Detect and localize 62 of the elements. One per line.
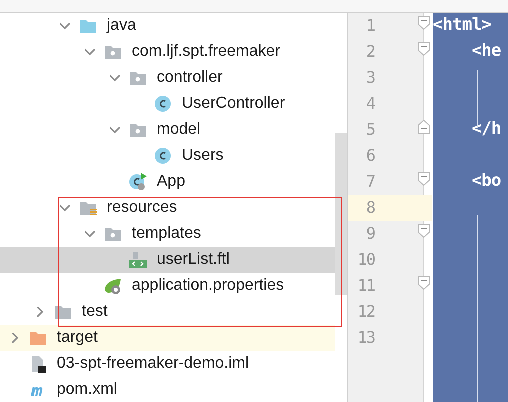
class-icon: [154, 147, 172, 165]
code-line: <bo: [470, 170, 502, 194]
tree-item[interactable]: com.ljf.spt.freemaker: [104, 43, 280, 61]
fold-marker-icon[interactable]: [418, 16, 430, 30]
tree-item[interactable]: controller: [129, 69, 223, 87]
fold-marker-icon[interactable]: [418, 42, 430, 56]
resources-folder-icon: [79, 199, 97, 217]
tree-item[interactable]: App: [129, 173, 186, 191]
module-file-icon: [29, 355, 47, 373]
package-icon: [129, 121, 147, 139]
line-number: 13: [356, 327, 375, 349]
line-number: 1: [365, 15, 375, 37]
line-number: 10: [356, 249, 375, 271]
package-icon: [129, 69, 147, 87]
chevron-down-icon[interactable]: [60, 21, 70, 31]
tree-item[interactable]: resources: [79, 199, 178, 217]
line-number: 4: [365, 93, 375, 115]
fold-marker-icon[interactable]: [418, 120, 430, 134]
tree-item[interactable]: target: [29, 329, 98, 347]
line-number: 2: [365, 41, 375, 63]
fold-marker-icon[interactable]: [418, 276, 430, 290]
tree-item[interactable]: UserController: [154, 95, 286, 113]
scrollbar-thumb[interactable]: [335, 133, 347, 295]
tree-item[interactable]: model: [129, 121, 201, 139]
runnable-class-icon: [129, 173, 147, 191]
tree-item[interactable]: templates: [104, 225, 202, 243]
folder-icon: [79, 17, 97, 35]
line-number: 9: [365, 223, 375, 245]
line-number: 3: [365, 67, 375, 89]
chevron-down-icon[interactable]: [85, 229, 95, 239]
line-number: 5: [365, 119, 375, 141]
tree-item[interactable]: 03-spt-freemaker-demo.iml: [29, 355, 250, 373]
tree-item[interactable]: java: [79, 17, 136, 35]
fold-marker-icon[interactable]: [418, 172, 430, 186]
line-number: 11: [356, 275, 375, 297]
package-icon: [104, 225, 122, 243]
line-number: 7: [365, 171, 375, 193]
class-icon: [154, 95, 172, 113]
tree-item[interactable]: Users: [154, 147, 224, 165]
code-line: </h: [470, 118, 502, 142]
chevron-down-icon[interactable]: [60, 203, 70, 213]
code-line: <html>: [433, 14, 492, 38]
tree-item[interactable]: pom.xml: [29, 381, 118, 399]
leaf-icon: [104, 277, 122, 295]
chevron-down-icon[interactable]: [110, 73, 120, 83]
line-number: 6: [365, 145, 375, 167]
template-file-icon: [129, 251, 147, 269]
folder-icon: [54, 303, 72, 321]
chevron-right-icon[interactable]: [35, 307, 45, 317]
fold-marker-icon[interactable]: [418, 224, 430, 238]
line-number: 8: [365, 197, 375, 219]
chevron-right-icon[interactable]: [10, 333, 20, 343]
indent-guide: [477, 70, 478, 128]
package-icon: [104, 43, 122, 61]
tree-item[interactable]: test: [54, 303, 108, 321]
chevron-down-icon[interactable]: [110, 125, 120, 135]
chevron-down-icon[interactable]: [85, 47, 95, 57]
folder-icon: [29, 329, 47, 347]
code-line: <he: [470, 40, 502, 64]
tree-item[interactable]: userList.ftl: [129, 251, 230, 269]
tree-item[interactable]: application.properties: [104, 277, 284, 295]
line-number: 12: [356, 301, 375, 323]
